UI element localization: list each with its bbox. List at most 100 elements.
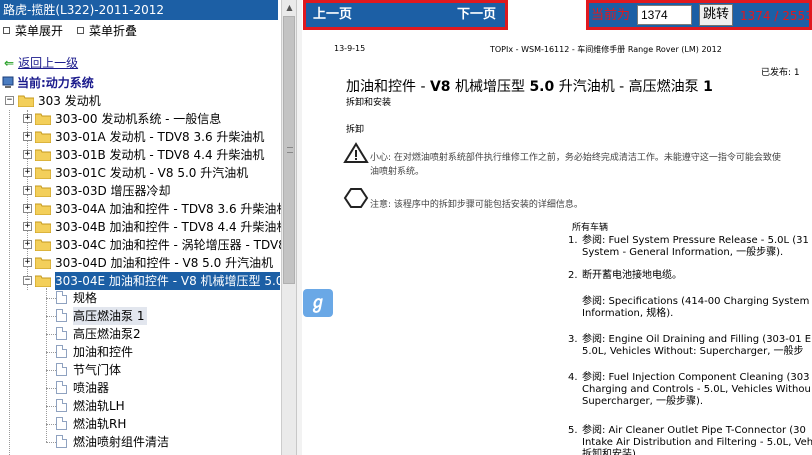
doc-subtitle: 拆卸和安装	[346, 98, 392, 108]
tree-leaf-label: 燃油轨LH	[73, 399, 125, 413]
tree-leaf[interactable]: 喷油器	[0, 379, 280, 397]
doc-caution: 小心: 在对燃油喷射系统部件执行维修工作之前，务必始终完成清洁工作。未能遵守这一…	[370, 153, 781, 177]
doc-title: 加油和控件 - V8 机械增压型 5.0 升汽油机 - 高压燃油泵 1	[346, 79, 713, 95]
step-text: 断开蓄电池接地电缆。	[582, 270, 682, 281]
folder-icon	[35, 131, 51, 143]
tree-leaf-label: 高压燃油泵2	[73, 327, 141, 341]
document-icon	[56, 327, 67, 340]
page-number-input[interactable]	[637, 5, 692, 25]
step-number: 5.	[568, 425, 578, 436]
tree-node-label: 303-01A 发动机 - TDV8 3.6 升柴油机	[55, 130, 265, 144]
menu-expand-button[interactable]: 菜单展开	[3, 22, 63, 40]
tree-node[interactable]: +303-04C 加油和控件 - 涡轮增压器 - TDV8	[0, 236, 286, 254]
expand-icon[interactable]: +	[23, 114, 32, 123]
page-jump-box: 当前为 跳转 1374 / 2553	[586, 0, 812, 30]
folder-open-icon	[35, 275, 51, 287]
tree-node[interactable]: +303-01A 发动机 - TDV8 3.6 升柴油机	[0, 128, 280, 146]
caution-icon	[343, 142, 369, 163]
expand-icon[interactable]: +	[23, 222, 32, 231]
document-icon	[56, 417, 67, 430]
tree-leaf[interactable]: 规格	[0, 289, 280, 307]
document-icon	[56, 291, 67, 304]
tree-scrollbar[interactable]: ▲	[281, 0, 296, 455]
tree-leaf[interactable]: 高压燃油泵2	[0, 325, 280, 343]
expand-icon[interactable]: +	[23, 186, 32, 195]
document-view: 13-9-15 TOPIx - WSM-16112 - 车间维修手册 Range…	[302, 30, 812, 455]
tree-leaf[interactable]: 加油和控件	[0, 343, 280, 361]
collapse-icon[interactable]: −	[23, 276, 32, 285]
document-icon	[56, 309, 67, 322]
tree-leaf[interactable]: 节气门体	[0, 361, 280, 379]
tree-node[interactable]: +303-04A 加油和控件 - TDV8 3.6 升柴油机	[0, 200, 288, 218]
step-number: 2.	[568, 270, 578, 281]
page-total: 1374 / 2553	[740, 9, 812, 23]
tree-leaf-label: 加油和控件	[73, 345, 134, 359]
tree-leaf[interactable]: 燃油轨RH	[0, 415, 280, 433]
expand-icon[interactable]: +	[23, 168, 32, 177]
tree-node-label: 303-03D 增压器冷却	[55, 184, 171, 198]
folder-icon	[35, 149, 51, 161]
tree-leaf[interactable]: 高压燃油泵 1	[0, 307, 280, 325]
document-icon	[56, 345, 67, 358]
step-number: 4.	[568, 372, 578, 383]
tree-node[interactable]: +303-03D 增压器冷却	[0, 182, 280, 200]
panel-toggle-icon[interactable]: ℊ	[303, 289, 333, 317]
page-label: 当前为	[591, 8, 631, 23]
expand-icon[interactable]: +	[23, 150, 32, 159]
back-arrow-icon: ⇐	[4, 56, 15, 70]
document-icon	[56, 381, 67, 394]
prev-page-button[interactable]: 上一页	[313, 3, 352, 27]
tree-node[interactable]: +303-04D 加油和控件 - V8 5.0 升汽油机	[0, 254, 280, 272]
step-text: 参阅: Engine Oil Draining and Filling (303…	[582, 334, 812, 357]
step-text: 参阅: Specifications (414-00 Charging Syst…	[582, 296, 810, 319]
expand-icon[interactable]: +	[23, 258, 32, 267]
tree-node-label: 303-04C 加油和控件 - 涡轮增压器 - TDV8	[55, 238, 286, 252]
jump-button[interactable]: 跳转	[699, 4, 733, 26]
step-text: 参阅: Fuel Injection Component Cleaning (3…	[582, 372, 811, 407]
menu-bar: 菜单展开 菜单折叠	[0, 22, 278, 40]
current-location: 当前:动力系统	[2, 74, 94, 92]
step-number: 1.	[568, 235, 578, 246]
scroll-up-icon[interactable]: ▲	[282, 0, 296, 16]
tree-leaf[interactable]: 燃油轨LH	[0, 397, 280, 415]
tree-node-label: 303-04B 加油和控件 - TDV8 4.4 升柴油机	[55, 220, 289, 234]
page-nav-box: 上一页 下一页	[303, 0, 508, 30]
doc-note: 注意: 该程序中的拆卸步骤可能包括安装的详细信息。	[370, 200, 583, 210]
tree-node[interactable]: +303-01B 发动机 - TDV8 4.4 升柴油机	[0, 146, 280, 164]
tree-root-303[interactable]: − 303 发动机	[0, 92, 280, 110]
tree-node-label: 303-01B 发动机 - TDV8 4.4 升柴油机	[55, 148, 265, 162]
tree-leaf-label: 节气门体	[73, 363, 122, 377]
navigation-panel: 路虎-揽胜(L322)-2011-2012 菜单展开 菜单折叠 ⇐ 返回上一级 当…	[0, 0, 297, 455]
tree-leaf-label: 燃油轨RH	[73, 417, 127, 431]
doc-date: 13-9-15	[334, 44, 366, 53]
document-icon	[56, 363, 67, 376]
note-icon	[343, 188, 369, 208]
tree-leaf-label: 高压燃油泵 1	[73, 307, 148, 325]
doc-all-vehicles: 所有车辆	[572, 223, 609, 233]
expand-icon[interactable]: +	[23, 204, 32, 213]
folder-icon	[35, 113, 51, 125]
tree-leaf-label: 规格	[73, 291, 98, 305]
tree-node[interactable]: +303-04B 加油和控件 - TDV8 4.4 升柴油机	[0, 218, 288, 236]
tree-leaf-label: 燃油喷射组件清洁	[73, 435, 170, 449]
doc-header: TOPIx - WSM-16112 - 车间维修手册 Range Rover (…	[490, 45, 722, 54]
folder-icon	[35, 167, 51, 179]
step-text: 参阅: Air Cleaner Outlet Pipe T-Connector …	[582, 425, 812, 455]
tree-node[interactable]: +303-01C 发动机 - V8 5.0 升汽油机	[0, 164, 280, 182]
tree-node-label: 303-00 发动机系统 - 一般信息	[55, 112, 222, 126]
expand-icon[interactable]: +	[23, 132, 32, 141]
folder-icon	[35, 239, 51, 251]
tree-node-label: 303-04A 加油和控件 - TDV8 3.6 升柴油机	[55, 202, 289, 216]
expand-icon[interactable]: +	[23, 240, 32, 249]
tree-node-label: 303-01C 发动机 - V8 5.0 升汽油机	[55, 166, 249, 180]
scroll-thumb[interactable]	[283, 16, 295, 284]
tree-leaf[interactable]: 燃油喷射组件清洁	[0, 433, 280, 451]
collapse-icon[interactable]: −	[5, 96, 14, 105]
tree-node[interactable]: +303-00 发动机系统 - 一般信息	[0, 110, 280, 128]
next-page-button[interactable]: 下一页	[457, 3, 496, 27]
folder-icon	[35, 257, 51, 269]
tree-node[interactable]: − 303-04E 加油和控件 - V8 机械增压型 5.0	[0, 272, 280, 290]
menu-collapse-button[interactable]: 菜单折叠	[77, 22, 137, 40]
back-link[interactable]: ⇐ 返回上一级	[4, 55, 78, 71]
computer-icon	[2, 76, 14, 88]
